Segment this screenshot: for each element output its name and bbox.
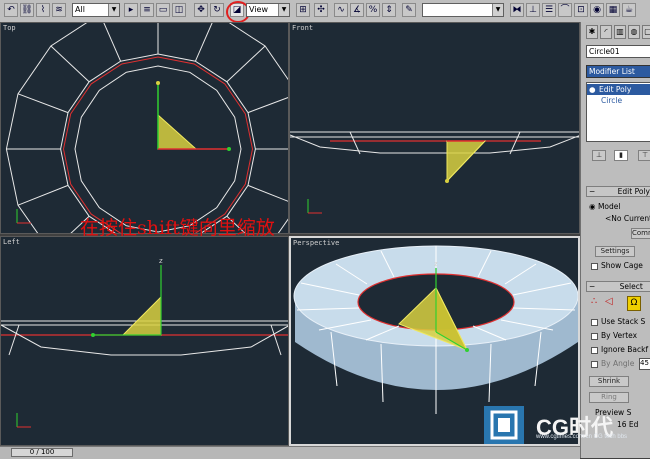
by-angle-label: By Angle [601, 359, 635, 368]
link-icon[interactable]: ⛓ [20, 3, 34, 17]
ring-button[interactable]: Ring [589, 392, 629, 403]
time-slider[interactable]: 0 / 100 [11, 448, 73, 457]
mirror-icon[interactable]: ⧓ [510, 3, 524, 17]
axis-label-z: z [159, 257, 163, 265]
quick-render-icon[interactable]: ☕ [622, 3, 636, 17]
schematic-view-icon[interactable]: ⊡ [574, 3, 588, 17]
reference-coordinate-dropdown[interactable]: View ▼ [246, 3, 290, 17]
show-cage-checkbox[interactable] [591, 263, 598, 270]
display-tab-icon[interactable]: ▢ [642, 25, 650, 39]
spinner-snap-icon[interactable]: ⇕ [382, 3, 396, 17]
curve-editor-icon[interactable]: ⌒ [558, 3, 572, 17]
axis-label-z-persp: z [434, 260, 438, 268]
select-rotate-icon[interactable]: ↻ [210, 3, 224, 17]
select-by-name-icon[interactable]: ≡ [140, 3, 154, 17]
settings-button[interactable]: Settings [595, 246, 635, 257]
viewport-label-left: Left [3, 238, 20, 246]
stack-controls: ⊥ ▮ ⊤ [586, 150, 650, 162]
angle-snap-icon[interactable]: ∡ [350, 3, 364, 17]
align-icon[interactable]: ⊥ [526, 3, 540, 17]
make-unique-icon[interactable]: ⊤ [638, 150, 650, 161]
edge-level-icon[interactable]: ◁ [605, 296, 613, 307]
ignore-backfacing-checkbox[interactable] [591, 347, 598, 354]
viewport-left[interactable]: z Left [0, 236, 289, 446]
top-wireframe [5, 23, 288, 233]
stack-item-edit-poly-label: Edit Poly [599, 85, 632, 94]
collapse-icon: − [589, 187, 598, 196]
viewport-label-perspective: Perspective [293, 239, 340, 247]
subobject-level-row: ∴ ◁ Ω [589, 296, 650, 311]
pivot-center-icon[interactable]: ⊞ [296, 3, 310, 17]
select-move-icon[interactable]: ✥ [194, 3, 208, 17]
left-wireframe: z [1, 257, 288, 428]
command-panel: ✱ ◜ ▥ ◍ ▢ Circle01 Modifier List ● Edit … [580, 22, 650, 458]
no-current-operation-text: <No Current O [605, 214, 650, 223]
motion-tab-icon[interactable]: ◍ [628, 25, 640, 39]
angle-spinner[interactable]: 45 [639, 358, 650, 370]
select-manipulate-icon[interactable]: ✣ [314, 3, 328, 17]
by-vertex-label: By Vertex [601, 331, 638, 340]
rollout-select-header[interactable]: − Select [586, 281, 650, 292]
selection-filter-dropdown[interactable]: All ▼ [72, 3, 120, 17]
watermark-url: www.cgtimes.com.cn CG tech bbs [536, 434, 628, 440]
commit-button[interactable]: Comm [631, 228, 650, 239]
reference-coordinate-value: View [249, 5, 268, 14]
mode-model-radio[interactable]: ◉ Model [589, 202, 620, 211]
main-toolbar: ↶ ⛓ ⌇ ≋ All ▼ ▸ ≡ ▭ ◫ ✥ ↻ ◪ View ▼ ⊞ ✣ ∿… [0, 0, 650, 23]
selection-count-text: 16 Ed [617, 420, 639, 429]
chevron-down-icon: ▼ [108, 4, 119, 16]
stack-item-circle[interactable]: Circle [601, 96, 622, 105]
collapse-icon: − [589, 282, 598, 291]
border-level-icon[interactable]: Ω [627, 296, 641, 311]
shrink-button[interactable]: Shrink [589, 376, 629, 387]
rollout-edit-poly-title: Edit Poly [617, 187, 650, 196]
hierarchy-tab-icon[interactable]: ▥ [614, 25, 626, 39]
chevron-down-icon: ▼ [492, 4, 503, 16]
viewport-front[interactable]: Front [289, 22, 580, 234]
rollout-select-title: Select [619, 282, 643, 291]
mode-model-label: Model [597, 202, 621, 211]
named-selection-dropdown[interactable]: ▼ [422, 3, 504, 17]
viewport-label-front: Front [292, 24, 314, 32]
by-vertex-checkbox[interactable] [591, 333, 598, 340]
snap-toggle-icon[interactable]: ∿ [334, 3, 348, 17]
use-stack-label: Use Stack S [601, 317, 646, 326]
time-slider-bar: 0 / 100 [0, 446, 580, 459]
by-angle-checkbox[interactable] [591, 361, 598, 368]
edit-named-selection-icon[interactable]: ✎ [402, 3, 416, 17]
layer-manager-icon[interactable]: ☰ [542, 3, 556, 17]
create-tab-icon[interactable]: ✱ [586, 25, 598, 39]
front-wireframe [290, 131, 579, 214]
lightbulb-icon[interactable]: ● [589, 84, 596, 95]
modifier-stack: ● Edit Poly Circle [586, 82, 650, 142]
rect-selection-icon[interactable]: ▭ [156, 3, 170, 17]
modify-tab-icon[interactable]: ◜ [600, 25, 612, 39]
vertex-level-icon[interactable]: ∴ [591, 296, 597, 307]
viewport-top[interactable]: Top [0, 22, 289, 234]
show-end-result-icon[interactable]: ▮ [614, 150, 628, 161]
show-cage-label: Show Cage [601, 261, 643, 270]
unlink-icon[interactable]: ⌇ [36, 3, 50, 17]
selection-filter-value: All [75, 5, 85, 14]
object-name-field[interactable]: Circle01 [586, 45, 650, 58]
ignore-backfacing-label: Ignore Backf [601, 345, 649, 354]
rollout-edit-poly-header[interactable]: − Edit Poly [586, 186, 650, 197]
window-crossing-icon[interactable]: ◫ [172, 3, 186, 17]
render-setup-icon[interactable]: ▦ [606, 3, 620, 17]
bind-spacewarp-icon[interactable]: ≋ [52, 3, 66, 17]
chevron-down-icon: ▼ [278, 4, 289, 16]
select-object-icon[interactable]: ▸ [124, 3, 138, 17]
viewport-label-top: Top [3, 24, 16, 32]
percent-snap-icon[interactable]: % [366, 3, 380, 17]
modifier-list-dropdown[interactable]: Modifier List [586, 65, 650, 78]
material-editor-icon[interactable]: ◉ [590, 3, 604, 17]
tutorial-caption: 在按住shift键向里缩放 [80, 217, 275, 239]
use-stack-checkbox[interactable] [591, 319, 598, 326]
pin-stack-icon[interactable]: ⊥ [592, 150, 606, 161]
undo-icon[interactable]: ↶ [4, 3, 18, 17]
stack-item-edit-poly[interactable]: ● Edit Poly [587, 84, 650, 95]
